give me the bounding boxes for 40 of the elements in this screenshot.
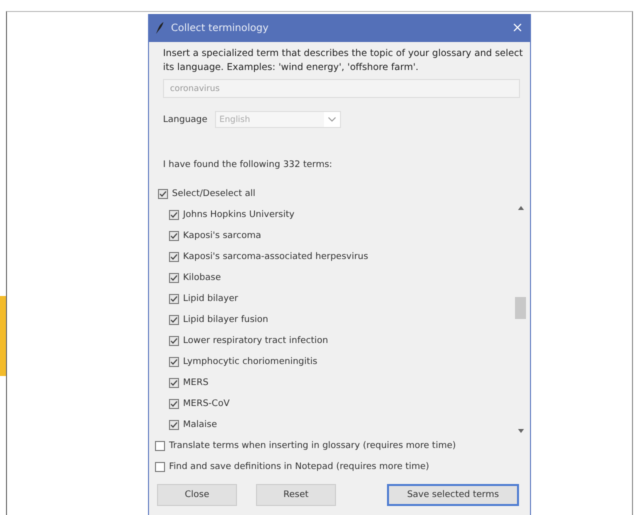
dialog-button[interactable]: Close — [157, 484, 237, 506]
checkbox[interactable] — [169, 378, 179, 388]
checkbox[interactable] — [169, 314, 179, 324]
dialog-button[interactable]: Reset — [256, 484, 336, 506]
term-label[interactable]: MERS-CoV — [183, 398, 230, 408]
language-label: Language — [163, 114, 208, 124]
term-label[interactable]: MERS — [183, 378, 208, 388]
checkbox[interactable] — [169, 230, 179, 240]
checkbox[interactable] — [155, 462, 165, 472]
window-title: Collect terminology — [171, 22, 270, 34]
chevron-down-icon — [328, 117, 336, 122]
term-label[interactable]: Lower respiratory tract infection — [183, 336, 328, 346]
checkbox[interactable] — [158, 189, 168, 199]
option-label[interactable]: Find and save definitions in Notepad (requires more time) — [169, 462, 430, 472]
dialog-button[interactable]: Save selected terms — [387, 484, 519, 506]
result-count-text: I have found the following 332 terms: — [163, 160, 334, 170]
term-label[interactable]: Kaposi's sarcoma-associated herpesvirus — [183, 252, 368, 262]
scroll-thumb[interactable] — [515, 297, 526, 319]
term-label[interactable]: Lymphocytic choriomeningitis — [183, 356, 318, 366]
checkbox[interactable] — [169, 210, 179, 220]
term-label[interactable]: Lipid bilayer fusion — [183, 314, 268, 324]
term-label[interactable]: Lipid bilayer — [183, 294, 238, 304]
option-label[interactable]: Translate terms when inserting in glossary (requires more time) — [169, 440, 456, 450]
scroll-down-icon[interactable] — [518, 429, 524, 433]
term-label[interactable]: Johns Hopkins University — [183, 210, 294, 220]
checkbox[interactable] — [169, 252, 179, 262]
select-all-label[interactable]: Select/Deselect all — [172, 189, 256, 199]
term-label[interactable]: Kaposi's sarcoma — [183, 230, 262, 240]
term-label[interactable]: Malaise — [183, 420, 218, 430]
checkbox[interactable] — [169, 272, 179, 282]
checkbox[interactable] — [169, 294, 179, 304]
checkbox[interactable] — [169, 336, 179, 346]
checkbox[interactable] — [169, 420, 179, 430]
checkbox[interactable] — [169, 356, 179, 366]
term-label[interactable]: Kilobase — [183, 272, 221, 282]
quill-icon — [155, 22, 164, 34]
checkbox[interactable] — [169, 398, 179, 408]
checkbox[interactable] — [155, 440, 165, 450]
scroll-up-icon[interactable] — [518, 206, 524, 210]
instructions-text: Insert a specialized term that describes the topic of your glossary and select its language. Examples: 'wind energy', 'offshore farm'. — [163, 47, 523, 75]
